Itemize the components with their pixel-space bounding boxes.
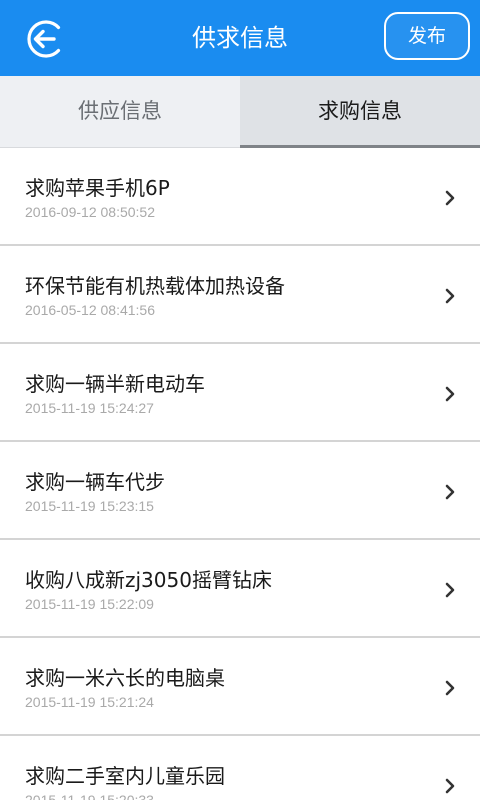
chevron-right-icon: [445, 190, 455, 206]
tab-purchase-info[interactable]: 求购信息: [240, 76, 480, 148]
back-arrow-circle-icon: [27, 20, 61, 58]
list-item[interactable]: 求购二手室内儿童乐园 2015-11-19 15:20:33: [0, 736, 480, 800]
chevron-right-icon: [445, 386, 455, 402]
chevron-right-icon: [445, 582, 455, 598]
list-item[interactable]: 求购一米六长的电脑桌 2015-11-19 15:21:24: [0, 638, 480, 736]
item-timestamp: 2015-11-19 15:22:09: [25, 596, 154, 612]
list-item[interactable]: 收购八成新zj3050摇臂钻床 2015-11-19 15:22:09: [0, 540, 480, 638]
item-timestamp: 2015-11-19 15:24:27: [25, 400, 154, 416]
item-timestamp: 2015-11-19 15:20:33: [25, 792, 154, 800]
list-item[interactable]: 求购苹果手机6P 2016-09-12 08:50:52: [0, 148, 480, 246]
item-title: 环保节能有机热载体加热设备: [25, 274, 285, 298]
chevron-right-icon: [445, 680, 455, 696]
item-title: 求购一米六长的电脑桌: [25, 666, 225, 690]
tab-supply-info[interactable]: 供应信息: [0, 76, 240, 148]
publish-button[interactable]: 发布: [384, 12, 470, 60]
tab-bar: 供应信息 求购信息: [0, 76, 480, 148]
item-title: 求购一辆半新电动车: [25, 372, 205, 396]
item-timestamp: 2016-05-12 08:41:56: [25, 302, 155, 318]
item-timestamp: 2015-11-19 15:21:24: [25, 694, 154, 710]
app-header: 供求信息 发布: [0, 0, 480, 76]
item-title: 求购苹果手机6P: [25, 176, 170, 200]
list-item[interactable]: 求购一辆车代步 2015-11-19 15:23:15: [0, 442, 480, 540]
item-timestamp: 2016-09-12 08:50:52: [25, 204, 155, 220]
chevron-right-icon: [445, 778, 455, 794]
back-button[interactable]: [22, 16, 68, 62]
item-timestamp: 2015-11-19 15:23:15: [25, 498, 154, 514]
item-title: 求购二手室内儿童乐园: [25, 764, 225, 788]
item-title: 求购一辆车代步: [25, 470, 165, 494]
purchase-list: 求购苹果手机6P 2016-09-12 08:50:52 环保节能有机热载体加热…: [0, 148, 480, 800]
item-title: 收购八成新zj3050摇臂钻床: [25, 568, 272, 592]
list-item[interactable]: 求购一辆半新电动车 2015-11-19 15:24:27: [0, 344, 480, 442]
list-item[interactable]: 环保节能有机热载体加热设备 2016-05-12 08:41:56: [0, 246, 480, 344]
chevron-right-icon: [445, 484, 455, 500]
chevron-right-icon: [445, 288, 455, 304]
